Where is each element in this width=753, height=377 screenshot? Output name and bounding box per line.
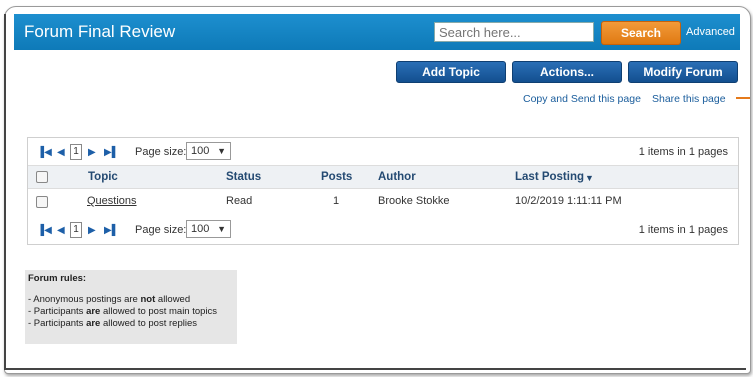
- current-page[interactable]: 1: [70, 222, 82, 238]
- window-bottom-edge: [6, 368, 746, 370]
- share-link[interactable]: Share this page: [652, 93, 726, 105]
- next-page-icon[interactable]: ▶: [88, 147, 96, 158]
- prev-page-icon[interactable]: ◀: [57, 225, 65, 236]
- pager-top: ▐◀ ◀ 1 ▶ ▶▌ Page size: 100 ▼ 1 items in …: [28, 141, 738, 163]
- column-author[interactable]: Author: [378, 171, 416, 183]
- column-status[interactable]: Status: [226, 171, 261, 183]
- chevron-down-icon: ▼: [217, 146, 226, 156]
- page-size-value: 100: [191, 223, 210, 235]
- page-size-select[interactable]: 100 ▼: [186, 142, 231, 160]
- posts-value: 1: [333, 195, 340, 207]
- first-page-icon[interactable]: ▐◀: [37, 225, 52, 236]
- pager-bottom: ▐◀ ◀ 1 ▶ ▶▌ Page size: 100 ▼ 1 items in …: [28, 219, 738, 241]
- modify-forum-button[interactable]: Modify Forum: [628, 61, 738, 83]
- forum-rules-box: Forum rules: - Anonymous postings are no…: [25, 270, 237, 344]
- topic-link[interactable]: Questions: [87, 195, 137, 207]
- forum-header: Forum Final Review Search Advanced: [14, 14, 740, 50]
- copy-send-link[interactable]: Copy and Send this page: [523, 93, 641, 105]
- rule-line: - Participants are allowed to post main …: [28, 306, 218, 317]
- column-last-posting[interactable]: Last Posting: [515, 171, 584, 183]
- search-button[interactable]: Search: [601, 21, 681, 45]
- actions-button[interactable]: Actions...: [512, 61, 622, 83]
- last-page-icon[interactable]: ▶▌: [104, 147, 119, 158]
- rule-line: - Participants are allowed to post repli…: [28, 318, 197, 329]
- rule-line: - Anonymous postings are not allowed: [28, 294, 191, 305]
- prev-page-icon[interactable]: ◀: [57, 147, 65, 158]
- advanced-search-link[interactable]: Advanced: [686, 26, 735, 38]
- select-all-checkbox[interactable]: [36, 171, 48, 183]
- items-count: 1 items in 1 pages: [638, 224, 728, 236]
- first-page-icon[interactable]: ▐◀: [37, 147, 52, 158]
- table-row: Questions Read 1 Brooke Stokke 10/2/2019…: [28, 190, 738, 214]
- page-size-select[interactable]: 100 ▼: [186, 220, 231, 238]
- row-checkbox[interactable]: [36, 196, 48, 208]
- window-left-edge: [4, 14, 6, 370]
- page-title: Forum Final Review: [24, 22, 176, 41]
- search-input[interactable]: [434, 22, 594, 42]
- table-header: Topic Status Posts Author Last Posting ▼: [28, 165, 738, 189]
- rules-title: Forum rules:: [28, 273, 87, 284]
- sort-desc-icon[interactable]: ▼: [585, 173, 594, 183]
- page-size-label: Page size:: [135, 146, 187, 158]
- chevron-down-icon: ▼: [217, 224, 226, 234]
- column-topic[interactable]: Topic: [88, 171, 118, 183]
- topics-grid: ▐◀ ◀ 1 ▶ ▶▌ Page size: 100 ▼ 1 items in …: [27, 137, 739, 245]
- last-posting-value: 10/2/2019 1:11:11 PM: [515, 195, 622, 207]
- pointer-line: [736, 97, 750, 99]
- current-page[interactable]: 1: [70, 144, 82, 160]
- items-count: 1 items in 1 pages: [638, 146, 728, 158]
- page-size-label: Page size:: [135, 224, 187, 236]
- column-posts[interactable]: Posts: [321, 171, 352, 183]
- add-topic-button[interactable]: Add Topic: [396, 61, 506, 83]
- next-page-icon[interactable]: ▶: [88, 225, 96, 236]
- page-size-value: 100: [191, 145, 210, 157]
- author-value: Brooke Stokke: [378, 195, 450, 207]
- last-page-icon[interactable]: ▶▌: [104, 225, 119, 236]
- status-value: Read: [226, 195, 253, 207]
